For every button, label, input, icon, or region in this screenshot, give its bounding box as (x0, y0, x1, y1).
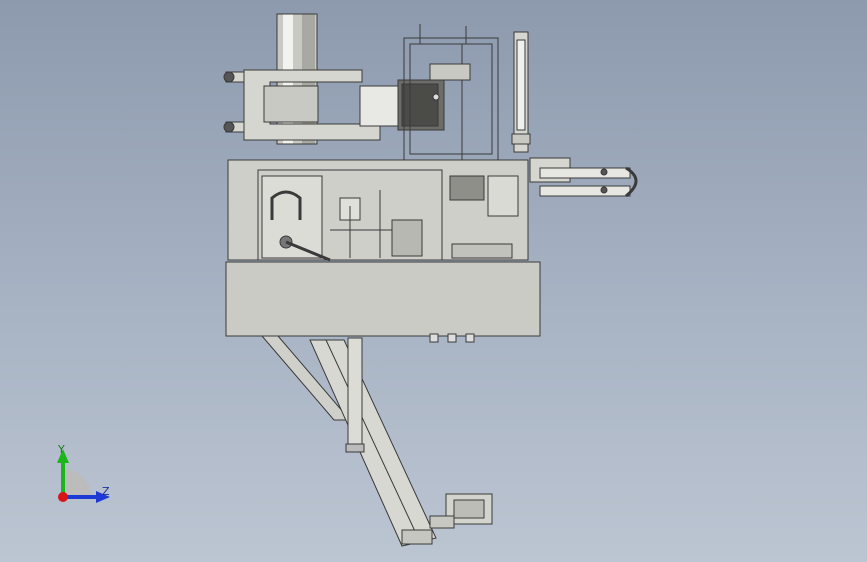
coordinate-triad: Y Z (40, 435, 120, 515)
roller-drum[interactable] (359, 79, 445, 131)
diagonal-arm[interactable] (260, 335, 437, 547)
upper-bracket-arm[interactable] (223, 69, 381, 141)
cad-viewport[interactable]: Y Z (0, 0, 867, 562)
y-axis-label: Y (58, 443, 65, 456)
base-housing[interactable] (225, 261, 541, 343)
machine-assembly-model[interactable] (0, 0, 867, 562)
triad-graphic (57, 449, 110, 503)
horizontal-cylinders[interactable] (529, 157, 638, 198)
vertical-actuator[interactable] (511, 31, 531, 153)
end-gripper[interactable] (429, 493, 493, 529)
z-axis-label: Z (102, 485, 110, 498)
mid-mechanism[interactable] (227, 159, 529, 262)
